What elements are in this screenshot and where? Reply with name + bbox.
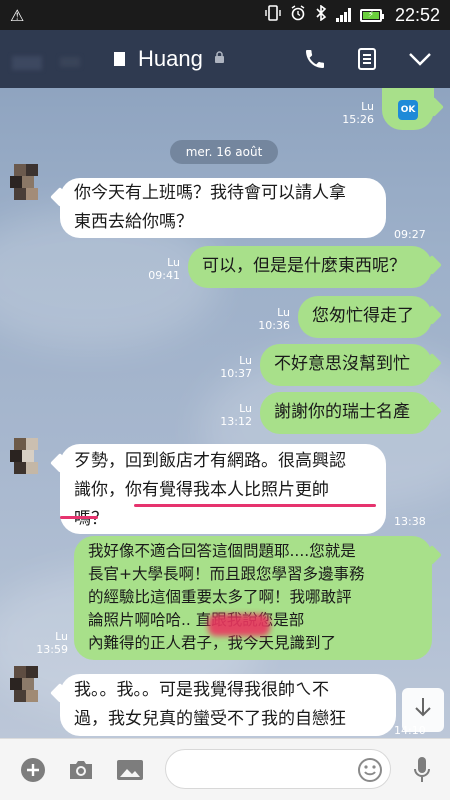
emoji-icon[interactable] bbox=[356, 756, 384, 784]
message-bubble-incoming[interactable]: 你今天有上班嗎？我待會可以請人拿 東西去給你嗎？ bbox=[60, 178, 386, 238]
arrow-down-icon bbox=[414, 696, 432, 724]
message-time: 09:27 bbox=[394, 228, 426, 241]
handwritten-underline bbox=[60, 516, 98, 519]
contact-avatar bbox=[114, 52, 125, 66]
redacted-block bbox=[12, 56, 42, 70]
chevron-down-icon[interactable] bbox=[403, 42, 437, 76]
message-bubble-outgoing[interactable]: 我好像不適合回答這個問題耶....您就是 長官+大學長啊！而且跟您學習多邊事務 的… bbox=[74, 536, 432, 660]
signal-icon bbox=[335, 8, 351, 22]
message-meta: Lu 13:12 bbox=[220, 402, 252, 428]
handwritten-underline bbox=[134, 504, 376, 507]
message-meta: Lu 13:59 bbox=[36, 630, 68, 656]
lock-icon bbox=[214, 51, 225, 68]
battery-icon: ⚡ bbox=[359, 8, 384, 22]
message-input[interactable] bbox=[166, 750, 346, 788]
message-bubble-incoming[interactable]: 歹勢，回到飯店才有網路。很高興認 識你，你有覺得我本人比照片更帥 嗎？ bbox=[60, 444, 386, 534]
status-bar: ⚠ ⚡ 22:52 bbox=[0, 0, 450, 30]
call-icon[interactable] bbox=[298, 42, 332, 76]
message-time: 13:38 bbox=[394, 515, 426, 528]
message-bubble-outgoing[interactable]: 可以，但是是什麼東西呢？ bbox=[188, 246, 432, 288]
status-icons: ⚡ 22:52 bbox=[265, 4, 440, 26]
redacted-block bbox=[60, 57, 80, 67]
message-input-bar bbox=[0, 738, 450, 800]
bluetooth-icon bbox=[315, 4, 327, 25]
date-divider: mer. 16 août bbox=[170, 140, 278, 164]
image-icon[interactable] bbox=[114, 755, 146, 785]
status-time: 22:52 bbox=[394, 4, 440, 25]
message-bubble-outgoing[interactable]: 謝謝你的瑞士名產 bbox=[260, 392, 432, 434]
ok-button[interactable]: OK bbox=[398, 100, 418, 120]
message-meta: Lu 15:26 bbox=[342, 100, 374, 126]
scroll-down-button[interactable] bbox=[402, 688, 444, 732]
sender-avatar[interactable] bbox=[4, 164, 44, 208]
message-meta: Lu 09:41 bbox=[148, 256, 180, 282]
warning-icon: ⚠ bbox=[10, 5, 25, 25]
message-bubble-outgoing[interactable]: 您匆忙得走了 bbox=[298, 296, 432, 338]
chat-header: Huang bbox=[0, 30, 450, 88]
alarm-icon bbox=[290, 5, 306, 25]
contact-name[interactable]: Huang bbox=[138, 46, 203, 72]
microphone-icon[interactable] bbox=[408, 753, 436, 787]
message-input-field[interactable] bbox=[165, 749, 391, 789]
sender-avatar[interactable] bbox=[4, 438, 44, 482]
message-meta: Lu 10:36 bbox=[258, 306, 290, 332]
message-bubble-incoming[interactable]: 我。。我。。可是我覺得我很帥ㄟ不 過，我女兒真的蠻受不了我的自戀狂 bbox=[60, 674, 396, 736]
camera-icon[interactable] bbox=[66, 755, 96, 785]
redaction-scribble bbox=[208, 614, 270, 636]
plus-icon[interactable] bbox=[18, 755, 48, 785]
vibrate-icon bbox=[265, 5, 281, 25]
message-bubble-outgoing[interactable]: 不好意思沒幫到忙 bbox=[260, 344, 432, 386]
sender-avatar[interactable] bbox=[4, 666, 44, 710]
notes-icon[interactable] bbox=[350, 42, 384, 76]
message-meta: Lu 10:37 bbox=[220, 354, 252, 380]
